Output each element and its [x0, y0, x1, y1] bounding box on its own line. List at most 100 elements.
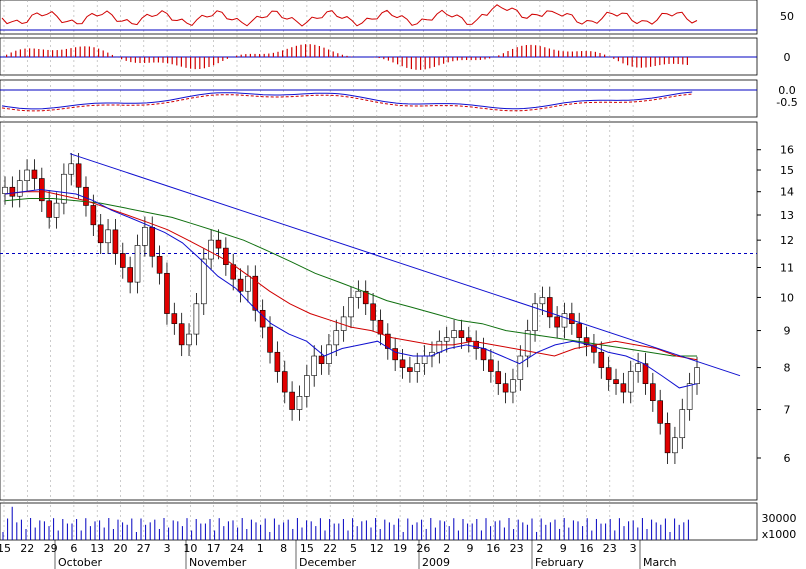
candle-body — [215, 239, 222, 249]
candle-body — [355, 290, 362, 298]
date-tick-label: 16 — [486, 542, 500, 555]
date-tick-label: 6 — [70, 542, 77, 555]
candle-body — [281, 371, 288, 393]
candle-body — [576, 323, 583, 338]
price-tick-label: 11 — [780, 261, 794, 274]
candle-body — [333, 330, 340, 346]
candle-body — [436, 340, 443, 353]
date-tick-label: 29 — [44, 542, 58, 555]
stock-chart: 500 0.0-0.5 30000x1000 16151413121110987… — [0, 0, 798, 569]
candle-body — [208, 239, 214, 260]
rsi-tick-label: 50 — [780, 10, 794, 23]
date-tick-label: 1 — [257, 542, 264, 555]
candle-body — [414, 363, 421, 372]
candle-body — [679, 409, 686, 439]
date-tick-label: 12 — [370, 542, 384, 555]
candle-body — [289, 391, 295, 410]
volume-tick-label: 30000 — [762, 512, 797, 525]
candle-body — [237, 278, 244, 292]
candle-body — [83, 186, 89, 206]
month-label: March — [643, 556, 677, 569]
candle-body — [613, 379, 619, 385]
price-tick-label: 16 — [780, 144, 794, 157]
candle-body — [193, 303, 200, 335]
candle-body — [458, 330, 465, 338]
date-tick-label: 17 — [207, 542, 221, 555]
candle-body — [598, 351, 605, 368]
macd-zero-label: 0 — [784, 51, 791, 64]
candle-body — [517, 355, 524, 380]
candle-body — [370, 303, 376, 321]
candle-body — [311, 355, 317, 376]
candle-body — [296, 396, 303, 410]
date-tick-label: 16 — [580, 542, 594, 555]
price-tick-label: 10 — [780, 291, 794, 304]
candle-body — [495, 371, 502, 385]
candle-body — [650, 383, 656, 402]
date-tick-label: 22 — [20, 542, 34, 555]
month-label: February — [535, 556, 584, 569]
candle-body — [61, 173, 67, 204]
date-tick-label: 20 — [114, 542, 128, 555]
date-tick-label: 23 — [603, 542, 617, 555]
candle-body — [223, 247, 229, 265]
price-tick-label: 8 — [784, 362, 791, 375]
date-tick-label: 3 — [630, 542, 637, 555]
oscillator-tick-label: -0.5 — [776, 96, 797, 109]
candle-body — [620, 383, 627, 393]
candle-body — [46, 200, 52, 218]
panel-frame — [0, 121, 758, 501]
volume-unit-label: x1000 — [762, 528, 797, 541]
price-tick-label: 14 — [780, 186, 794, 199]
price-tick-label: 6 — [784, 452, 791, 465]
candle-body — [642, 363, 649, 385]
candle-body — [605, 367, 612, 380]
price-tick-label: 12 — [780, 234, 794, 247]
date-tick-label: 19 — [393, 542, 407, 555]
candle-body — [134, 245, 141, 283]
candle-body — [561, 313, 568, 328]
candle-body — [664, 423, 671, 454]
candle-body — [68, 163, 75, 175]
date-tick-label: 15 — [0, 542, 11, 555]
panel-frame — [0, 79, 758, 118]
price-axis: 16 15 14 13 12 11 10 9 8 7 6 — [757, 144, 794, 465]
date-tick-label: 2 — [443, 542, 450, 555]
candle-body — [465, 337, 472, 342]
price-tick-label: 13 — [780, 209, 794, 222]
candle-body — [546, 297, 553, 318]
candle-body — [569, 313, 575, 324]
candle-body — [694, 367, 700, 385]
date-tick-label: 26 — [416, 542, 430, 555]
price-tick-label: 9 — [784, 325, 791, 338]
candle-body — [318, 355, 325, 364]
candle-body — [200, 258, 207, 305]
candle-body — [112, 229, 119, 254]
candle-body — [2, 186, 8, 194]
month-label: November — [189, 556, 247, 569]
date-tick-label: 3 — [164, 542, 171, 555]
date-tick-label: 24 — [230, 542, 244, 555]
candle-body — [399, 359, 406, 368]
candle-body — [245, 275, 251, 292]
candle-body — [539, 297, 546, 305]
candle-body — [53, 202, 60, 218]
candle-body — [421, 355, 428, 364]
candle-body — [171, 313, 178, 324]
candle-body — [75, 163, 82, 188]
month-label: 2009 — [422, 556, 450, 569]
candle-body — [149, 227, 156, 257]
candle-body — [230, 264, 237, 280]
candle-body — [348, 297, 354, 318]
candle-body — [635, 363, 641, 372]
month-label: December — [299, 556, 357, 569]
candle-body — [31, 169, 38, 179]
candle-body — [259, 309, 266, 328]
candle-body — [488, 359, 494, 372]
candle-body — [127, 267, 133, 283]
candle-body — [672, 437, 678, 454]
candle-body — [451, 330, 457, 338]
candle-body — [156, 255, 163, 274]
date-tick-label: 9 — [467, 542, 474, 555]
date-tick-label: 15 — [300, 542, 314, 555]
